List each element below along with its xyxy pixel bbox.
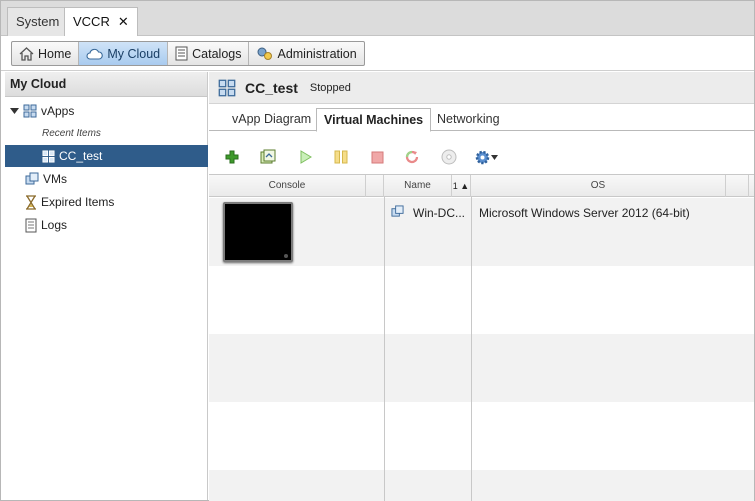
main-panel: CC_test Stopped vApp Diagram Virtual Mac… [209, 72, 754, 501]
tab-vccr-label: VCCR [73, 14, 110, 29]
vapp-icon [42, 149, 55, 163]
tab-networking[interactable]: Networking [430, 108, 507, 132]
insert-media-button[interactable] [440, 148, 458, 166]
home-icon [19, 46, 34, 61]
sort-indicator-label: 1 ▲ [452, 181, 470, 191]
play-icon [300, 150, 312, 164]
sidebar-item-cc-test[interactable]: CC_test [5, 145, 208, 167]
sub-tab-bar: vApp Diagram Virtual Machines Networking [209, 105, 754, 132]
reset-button[interactable] [403, 148, 421, 166]
sidebar-item-expired-label: Expired Items [41, 195, 115, 209]
administration-label: Administration [277, 46, 357, 61]
tab-vccr[interactable]: VCCR ✕ [64, 7, 138, 37]
table-row-empty [209, 470, 754, 501]
table-header: Console Name 1 ▲ OS [209, 175, 754, 197]
column-divider [471, 197, 472, 501]
pause-icon [334, 150, 348, 164]
close-icon[interactable]: ✕ [118, 14, 129, 29]
home-label: Home [38, 46, 72, 61]
sidebar-item-vapps[interactable]: vApps [5, 100, 208, 122]
column-header-spacer [726, 175, 749, 197]
hourglass-icon [26, 194, 36, 210]
vapp-header: CC_test Stopped [209, 72, 754, 104]
stop-icon [371, 151, 383, 163]
sidebar-item-vms[interactable]: VMs [5, 168, 208, 190]
sidebar-item-logs-label: Logs [41, 218, 68, 232]
column-header-name[interactable]: Name [384, 175, 452, 197]
sidebar-item-expired[interactable]: Expired Items [5, 191, 208, 213]
left-panel: My Cloud vApps Recent Items CC_test VMs … [5, 72, 208, 500]
table-row-empty [209, 402, 754, 470]
recent-items-label: Recent Items [5, 124, 208, 142]
chevron-down-icon [491, 154, 498, 160]
vm-icon [391, 205, 404, 217]
tab-system[interactable]: System [7, 7, 69, 36]
sidebar-item-vapps-label: vApps [41, 104, 75, 118]
recent-items-text: Recent Items [42, 127, 101, 139]
tab-virtual-machines[interactable]: Virtual Machines [316, 108, 432, 132]
refresh-icon [405, 150, 419, 164]
add-vm-button[interactable] [223, 148, 241, 166]
top-tab-bar: System VCCR ✕ [1, 1, 754, 37]
vapp-icon [23, 104, 37, 118]
column-header-os[interactable]: OS [471, 175, 726, 197]
add-icon [225, 150, 239, 164]
power-off-button[interactable] [368, 148, 386, 166]
properties-button[interactable] [259, 148, 277, 166]
my-cloud-label: My Cloud [107, 46, 161, 61]
column-header-name-label: Name [404, 180, 431, 191]
page-title: CC_test [245, 79, 298, 96]
main-nav-bar: Home My Cloud Catalogs Administration [1, 36, 754, 71]
column-header-console[interactable]: Console [209, 175, 366, 197]
suspend-button[interactable] [332, 148, 350, 166]
table-row-empty [209, 266, 754, 334]
column-header-os-label: OS [590, 180, 606, 191]
console-status-dot [284, 254, 288, 258]
vm-toolbar [209, 142, 754, 172]
vm-icon [25, 172, 39, 185]
administration-button[interactable]: Administration [249, 42, 363, 65]
vm-table: Console Name 1 ▲ OS Win-DC... Microsoft … [209, 174, 754, 501]
catalogs-label: Catalogs [192, 46, 242, 61]
vapp-icon [218, 79, 236, 96]
sidebar-item-vms-label: VMs [43, 172, 67, 186]
gear-icon [475, 150, 490, 164]
vm-os: Microsoft Windows Server 2012 (64-bit) [479, 206, 690, 220]
sort-indicator[interactable]: 1 ▲ [452, 175, 471, 197]
app-window: System VCCR ✕ Home My Cloud Catalogs Admi… [0, 0, 755, 501]
vm-name[interactable]: Win-DC... [413, 206, 465, 220]
my-cloud-button[interactable]: My Cloud [79, 42, 169, 65]
table-row[interactable]: Win-DC... Microsoft Windows Server 2012 … [209, 198, 754, 266]
tab-system-label: System [16, 14, 60, 29]
catalogs-button[interactable]: Catalogs [168, 42, 250, 65]
column-header-spacer [366, 175, 384, 197]
table-row-empty [209, 334, 754, 402]
tab-vapp-diagram[interactable]: vApp Diagram [225, 108, 318, 132]
left-panel-header: My Cloud [5, 72, 207, 97]
nav-button-group: Home My Cloud Catalogs Administration [11, 41, 365, 66]
console-thumbnail[interactable] [223, 202, 293, 262]
status-badge: Stopped [309, 81, 351, 94]
power-on-button[interactable] [297, 148, 315, 166]
sidebar-item-logs[interactable]: Logs [5, 214, 208, 236]
log-icon [25, 218, 37, 232]
administration-icon [257, 47, 273, 60]
catalog-icon [175, 46, 188, 61]
column-header-console-label: Console [268, 180, 306, 191]
sidebar-item-cc-test-label: CC_test [59, 149, 103, 163]
actions-menu-button[interactable] [473, 148, 499, 166]
cloud-icon [86, 48, 104, 60]
tab-virtual-machines-label: Virtual Machines [324, 113, 424, 127]
properties-icon [260, 149, 276, 164]
tab-vapp-diagram-label: vApp Diagram [232, 112, 312, 126]
column-divider [384, 197, 385, 501]
chevron-down-icon[interactable] [10, 107, 19, 115]
tab-networking-label: Networking [437, 112, 500, 126]
disc-icon [441, 149, 457, 165]
home-button[interactable]: Home [12, 42, 80, 65]
